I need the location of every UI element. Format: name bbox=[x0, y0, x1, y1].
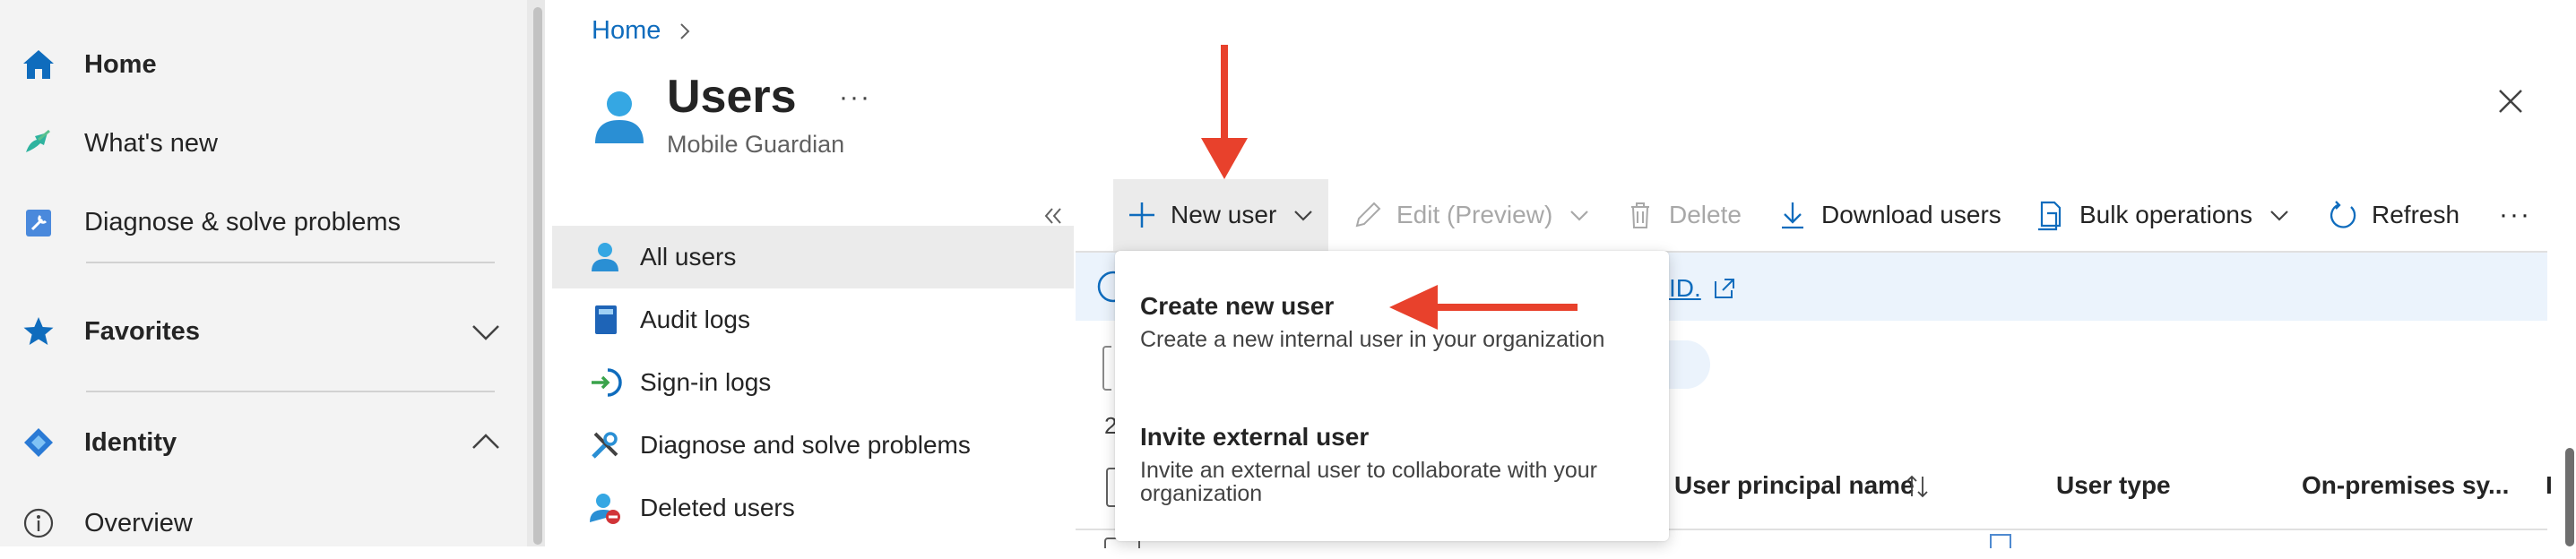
pencil-icon bbox=[1355, 202, 1381, 228]
create-new-user-description: Create a new internal user in your organ… bbox=[1140, 327, 1605, 352]
plus-icon bbox=[1129, 202, 1154, 228]
chevron-down-icon[interactable] bbox=[468, 314, 504, 349]
nav-item-overview[interactable]: Overview bbox=[0, 487, 527, 559]
create-new-user-title: Create new user bbox=[1140, 292, 1335, 320]
nav-label-overview: Overview bbox=[84, 508, 193, 538]
command-bar: New user Edit (Preview) Delete Download … bbox=[1113, 179, 2547, 251]
breadcrumb: Home bbox=[592, 16, 695, 46]
column-header-user-type[interactable]: User type bbox=[2056, 471, 2171, 500]
search-input[interactable] bbox=[1102, 346, 1111, 391]
nav-item-whats-new[interactable]: What's new bbox=[0, 108, 527, 179]
blade-item-deleted-users[interactable]: Deleted users bbox=[552, 477, 1074, 539]
blade-item-audit-logs[interactable]: Audit logs bbox=[552, 288, 1074, 351]
blade-label: All users bbox=[640, 243, 737, 271]
wrench-icon bbox=[592, 432, 618, 459]
more-options-button[interactable]: ··· bbox=[839, 82, 871, 113]
nav-label-whats-new: What's new bbox=[84, 128, 218, 158]
star-icon bbox=[20, 313, 57, 350]
bulk-operations-icon bbox=[2038, 201, 2062, 231]
external-link-icon[interactable] bbox=[1712, 276, 1737, 301]
delete-button[interactable]: Delete bbox=[1624, 179, 1742, 251]
edit-preview-label: Edit (Preview) bbox=[1396, 201, 1553, 228]
blade-item-sign-in-logs[interactable]: Sign-in logs bbox=[552, 351, 1074, 414]
page-subtitle: Mobile Guardian bbox=[667, 131, 845, 158]
delete-label: Delete bbox=[1669, 201, 1742, 228]
more-commands-button[interactable]: ··· bbox=[2499, 179, 2531, 251]
blade-label: Deleted users bbox=[640, 494, 795, 521]
new-user-label: New user bbox=[1171, 201, 1277, 228]
chevron-up-icon[interactable] bbox=[468, 425, 504, 460]
users-blade-menu: All users Audit logs Sign-in logs Diagno… bbox=[552, 226, 1074, 539]
bulk-operations-label: Bulk operations bbox=[2079, 201, 2253, 228]
nav-item-home[interactable]: Home bbox=[0, 29, 527, 100]
nav-item-diagnose[interactable]: Diagnose & solve problems bbox=[0, 186, 527, 258]
invite-external-user-title: Invite external user bbox=[1140, 423, 1370, 451]
sign-in-icon bbox=[592, 368, 622, 397]
blade-label: Sign-in logs bbox=[640, 368, 772, 396]
column-header-truncated[interactable]: I bbox=[2546, 471, 2553, 500]
identity-diamond-icon bbox=[20, 424, 57, 461]
nav-label-diagnose: Diagnose & solve problems bbox=[84, 207, 402, 236]
close-icon[interactable] bbox=[2492, 82, 2529, 120]
new-user-button[interactable]: New user bbox=[1113, 179, 1329, 251]
nav-label-identity: Identity bbox=[84, 427, 177, 457]
sort-icon[interactable] bbox=[1904, 473, 1931, 500]
nav-divider bbox=[86, 391, 495, 392]
breadcrumb-home-link[interactable]: Home bbox=[592, 16, 661, 46]
nav-item-favorites[interactable]: Favorites bbox=[0, 296, 527, 367]
blade-item-diagnose[interactable]: Diagnose and solve problems bbox=[552, 414, 1074, 477]
diagnose-icon bbox=[20, 203, 57, 241]
refresh-icon bbox=[2330, 201, 2356, 228]
whats-new-icon bbox=[20, 125, 57, 162]
refresh-label: Refresh bbox=[2372, 201, 2460, 228]
info-icon bbox=[20, 504, 57, 542]
deleted-user-icon bbox=[590, 494, 620, 524]
menu-item-invite-external-user[interactable]: Invite external user Invite an external … bbox=[1115, 385, 1669, 541]
edit-preview-button[interactable]: Edit (Preview) bbox=[1352, 179, 1592, 251]
download-users-label: Download users bbox=[1821, 201, 2001, 228]
nav-label-favorites: Favorites bbox=[84, 316, 200, 346]
menu-item-create-new-user[interactable]: Create new user Create a new internal us… bbox=[1115, 251, 1669, 385]
book-icon bbox=[595, 305, 617, 334]
banner-link[interactable]: ID. bbox=[1669, 274, 1701, 303]
home-icon bbox=[20, 46, 57, 83]
chevron-right-icon bbox=[680, 22, 690, 39]
nav-label-home: Home bbox=[84, 49, 157, 79]
blade-item-all-users[interactable]: All users bbox=[552, 226, 1074, 288]
trash-icon bbox=[1631, 202, 1649, 228]
user-icon bbox=[592, 243, 618, 271]
column-header-upn[interactable]: User principal name bbox=[1674, 471, 1915, 500]
portal-left-nav: Home What's new Diagnose & solve problem… bbox=[0, 0, 527, 546]
nav-scrollbar-thumb[interactable] bbox=[533, 7, 542, 545]
bulk-operations-button[interactable]: Bulk operations bbox=[2035, 179, 2292, 251]
download-icon bbox=[1782, 202, 1803, 229]
download-users-button[interactable]: Download users bbox=[1776, 179, 2001, 251]
users-page-icon bbox=[595, 91, 644, 143]
page-title: Users bbox=[667, 71, 797, 123]
chevron-down-icon bbox=[1570, 211, 1589, 221]
nav-divider bbox=[86, 262, 495, 263]
blade-label: Diagnose and solve problems bbox=[640, 431, 971, 459]
main-scrollbar-thumb[interactable] bbox=[2565, 448, 2574, 546]
refresh-button[interactable]: Refresh bbox=[2327, 179, 2459, 251]
chevron-down-icon bbox=[2270, 211, 2288, 221]
new-user-dropdown-menu: Create new user Create a new internal us… bbox=[1115, 251, 1669, 541]
more-commands-label: ··· bbox=[2499, 200, 2531, 229]
nav-item-identity[interactable]: Identity bbox=[0, 407, 527, 478]
column-header-on-premises[interactable]: On-premises sy... bbox=[2302, 471, 2509, 500]
invite-external-user-description: Invite an external user to collaborate w… bbox=[1140, 458, 1597, 506]
blade-label: Audit logs bbox=[640, 305, 750, 333]
chevron-down-icon bbox=[1294, 211, 1313, 221]
annotation-arrow-down bbox=[1201, 45, 1248, 179]
